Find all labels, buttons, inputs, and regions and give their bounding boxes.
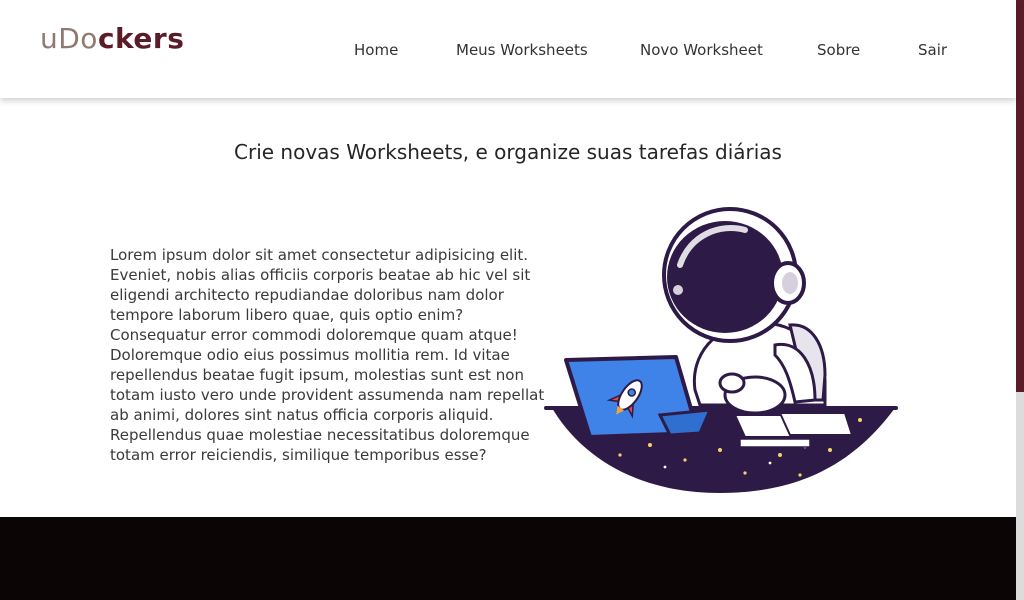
hero-subtitle: Crie novas Worksheets, e organize suas t…	[234, 140, 782, 164]
logo-part-dark: ckers	[97, 22, 185, 55]
brand-logo[interactable]: uDockers	[40, 22, 184, 55]
nav-logout[interactable]: Sair	[918, 41, 947, 59]
logo-part-light: uDo	[40, 22, 98, 55]
page-footer	[0, 517, 1016, 600]
scrollbar-thumb[interactable]	[1016, 0, 1024, 392]
astronaut-laptop-illustration	[544, 207, 898, 493]
nav-about[interactable]: Sobre	[817, 41, 860, 59]
page: uDockers Home Meus Worksheets Novo Works…	[0, 0, 1016, 600]
top-navbar: uDockers Home Meus Worksheets Novo Works…	[0, 0, 1016, 98]
nav-my-worksheets[interactable]: Meus Worksheets	[456, 41, 588, 59]
hero-description: Lorem ipsum dolor sit amet consectetur a…	[110, 246, 545, 464]
nav-home[interactable]: Home	[354, 41, 398, 59]
nav-new-worksheet[interactable]: Novo Worksheet	[640, 41, 763, 59]
